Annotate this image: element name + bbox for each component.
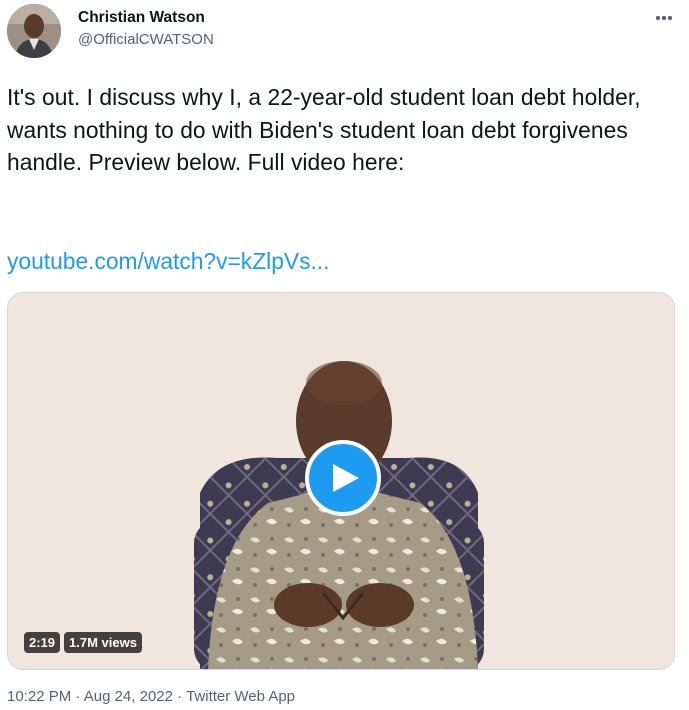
tweet-meta: 10:22 PM · Aug 24, 2022 · Twitter Web Ap… [7, 688, 295, 705]
tweet-date[interactable]: Aug 24, 2022 [84, 688, 173, 705]
video-views: 1.7M views [64, 632, 142, 653]
more-icon[interactable] [650, 6, 678, 30]
video-duration: 2:19 [24, 632, 61, 653]
tweet-source[interactable]: Twitter Web App [186, 688, 295, 705]
play-icon[interactable] [305, 440, 381, 516]
author-name[interactable]: Christian Watson [78, 9, 205, 27]
video-player[interactable]: 2:19 1.7M views [7, 292, 675, 670]
tweet: Christian Watson @OfficialCWATSON It's o… [0, 0, 689, 710]
tweet-text: It's out. I discuss why I, a 22-year-old… [7, 84, 641, 175]
tweet-link[interactable]: youtube.com/watch?v=kZlpVs... [7, 245, 329, 277]
tweet-time[interactable]: 10:22 PM [7, 688, 71, 705]
meta-separator: · [75, 688, 81, 705]
author-handle[interactable]: @OfficialCWATSON [78, 31, 214, 48]
video-badges: 2:19 1.7M views [24, 632, 142, 653]
meta-separator: · [177, 688, 183, 705]
avatar[interactable] [7, 4, 61, 58]
